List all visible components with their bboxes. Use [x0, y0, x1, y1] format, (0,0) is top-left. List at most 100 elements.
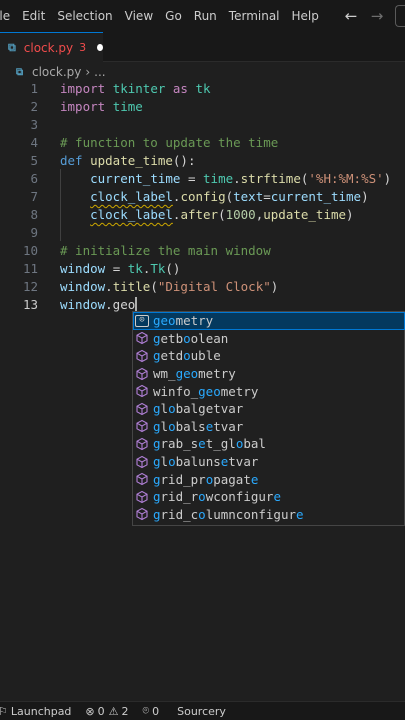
code-line: clock_label.config(text=current_time) [90, 189, 369, 204]
method-icon [136, 367, 148, 380]
tab-clock-py[interactable]: ⧉ clock.py 3 [0, 32, 103, 62]
method-icon [136, 455, 148, 468]
code-line: # function to update the time [60, 135, 279, 150]
arrow-left-icon[interactable]: ← [343, 7, 359, 25]
suggestion-item[interactable]: grab_set_global [133, 435, 405, 453]
line-number: 6 [30, 171, 38, 186]
autocomplete-list: ⊙ geometry getboolean getdouble wm_geome… [132, 311, 405, 526]
line-number: 9 [30, 225, 38, 240]
problems-item[interactable]: ⊗ 0 ⚠ 2 [85, 705, 128, 718]
breadcrumb-file[interactable]: clock.py [32, 65, 81, 79]
suggestion-label: globalgetvar [153, 401, 244, 417]
suggestion-label: grid_propagate [153, 471, 259, 487]
method-icon [136, 332, 148, 345]
method-icon [136, 385, 148, 398]
tab-filename: clock.py [23, 40, 74, 55]
code-line: import time [60, 99, 143, 114]
suggestion-item[interactable]: globalsetvar [133, 418, 405, 436]
suggestion-label: globalsetvar [153, 418, 244, 434]
menu-go[interactable]: Go [159, 9, 188, 23]
suggestion-item[interactable]: getboolean [133, 330, 405, 348]
code-line: def update_time(): [60, 153, 196, 168]
method-icon [136, 402, 148, 415]
suggestion-label: globalunsetvar [153, 454, 259, 470]
menu-edit[interactable]: Edit [16, 9, 51, 23]
launchpad-item[interactable]: ⚐ Launchpad [0, 705, 71, 718]
suggestion-label: getdouble [153, 348, 221, 364]
error-icon: ⊗ [85, 704, 95, 718]
menu-selection[interactable]: Selection [51, 9, 118, 23]
rocket-icon: ⚐ [0, 704, 8, 718]
python-file-icon: ⧉ [16, 66, 24, 78]
line-number: 2 [30, 99, 38, 114]
menu-view[interactable]: View [119, 9, 159, 23]
method-icon [136, 420, 148, 433]
line-number: 12 [22, 279, 38, 294]
suggestion-item[interactable]: globalgetvar [133, 400, 405, 418]
suggestion-label: wm_geometry [153, 366, 236, 382]
ports-item[interactable]: ⌾ 0 [143, 704, 160, 718]
warning-icon: ⚠ [108, 704, 119, 718]
line-number: 7 [30, 189, 38, 204]
arrow-right-icon[interactable]: → [369, 7, 385, 25]
suggestion-label: grab_set_global [153, 436, 266, 452]
menu-run[interactable]: Run [188, 9, 223, 23]
method-icon: ⊙ [135, 314, 149, 327]
sourcery-label: Sourcery [177, 704, 226, 718]
line-number: 3 [30, 117, 38, 132]
tab-bar: ⧉ clock.py 3 [0, 32, 405, 62]
ports-count: 0 [152, 704, 160, 718]
code-line: window = tk.Tk() [60, 261, 181, 276]
suggestion-item[interactable]: grid_propagate [133, 470, 405, 488]
code-line: window.title("Digital Clock") [60, 279, 279, 294]
text-cursor [135, 297, 138, 312]
method-icon [136, 473, 148, 486]
breadcrumb: ⧉ clock.py › ... [0, 62, 405, 82]
line-number: 5 [30, 153, 38, 168]
line-number: 1 [30, 81, 38, 96]
method-icon [136, 437, 148, 451]
breadcrumb-separator: › [85, 65, 91, 79]
unsaved-dot-icon[interactable] [97, 44, 103, 51]
suggestion-label: geometry [153, 313, 214, 329]
code-line: clock_label.after(1000,update_time) [90, 207, 354, 222]
suggestion-label: winfo_geometry [153, 383, 259, 399]
suggestion-item[interactable]: ⊙ geometry [133, 312, 405, 330]
menu-terminal[interactable]: Terminal [223, 9, 286, 23]
warning-count: 2 [121, 704, 129, 718]
line-number: 4 [30, 135, 38, 150]
launchpad-label: Launchpad [10, 704, 72, 718]
line-number: 8 [30, 207, 38, 222]
status-bar: ⚐ Launchpad ⊗ 0 ⚠ 2 ⌾ 0 Sourcery [0, 701, 405, 720]
line-number: 11 [22, 261, 38, 276]
line-number: 13 [22, 297, 38, 312]
nav-arrows: ← → [343, 0, 405, 32]
menu-bar: File Edit Selection View Go Run Terminal… [0, 0, 405, 32]
code-line: current_time = time.strftime('%H:%M:%S') [90, 171, 392, 186]
menu-help[interactable]: Help [286, 9, 325, 23]
suggestion-item[interactable]: winfo_geometry [133, 382, 405, 400]
code-line: window.geo [60, 297, 138, 312]
suggestion-label: grid_rowconfigure [153, 489, 281, 505]
menu-file[interactable]: File [0, 9, 16, 23]
breadcrumb-more[interactable]: ... [94, 65, 105, 79]
suggestion-label: getboolean [153, 330, 229, 346]
python-file-icon: ⧉ [8, 40, 16, 54]
suggestion-item[interactable]: getdouble [133, 347, 405, 365]
broadcast-icon: ⌾ [142, 704, 150, 717]
line-number: 10 [22, 243, 38, 258]
tab-problem-count: 3 [79, 41, 87, 54]
command-center[interactable] [395, 5, 405, 27]
code-line: import tkinter as tk [60, 81, 211, 96]
suggestion-item[interactable]: grid_columnconfigure [133, 506, 405, 524]
error-count: 0 [97, 704, 105, 718]
method-icon [136, 349, 148, 363]
code-line: # initialize the main window [60, 243, 271, 258]
suggestion-item[interactable]: grid_rowconfigure [133, 488, 405, 506]
method-icon [136, 490, 148, 503]
suggestion-item[interactable]: wm_geometry [133, 365, 405, 383]
suggestion-label: grid_columnconfigure [153, 506, 304, 522]
method-icon [136, 508, 148, 521]
suggestion-item[interactable]: globalunsetvar [133, 453, 405, 471]
sourcery-item[interactable]: Sourcery [177, 705, 226, 718]
